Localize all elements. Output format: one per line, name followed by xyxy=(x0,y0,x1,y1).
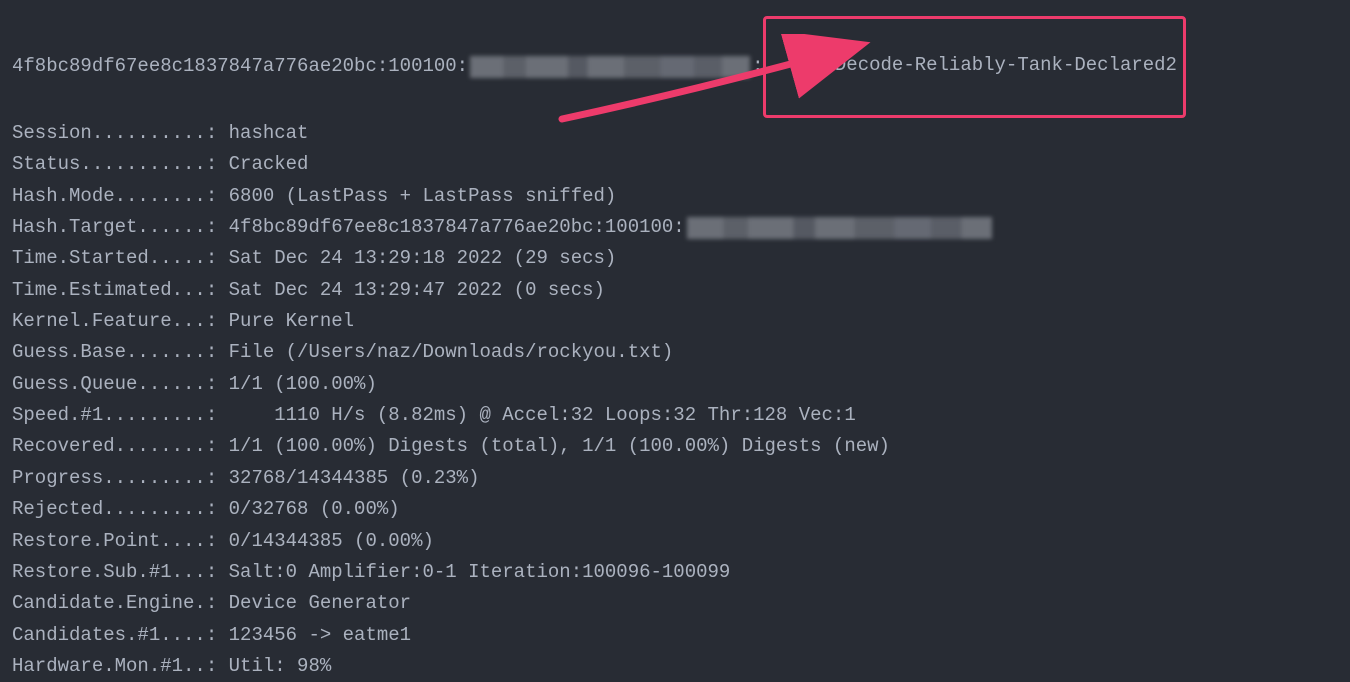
hash-target-line: Hash.Target......: 4f8bc89df67ee8c183784… xyxy=(12,212,1338,243)
redacted-target xyxy=(687,217,992,239)
time-started-line: Time.Started.....: Sat Dec 24 13:29:18 2… xyxy=(12,243,1338,274)
cracked-password: Decode-Reliably-Tank-Declared2 xyxy=(835,54,1177,76)
status-line: Status...........: Cracked xyxy=(12,149,1338,180)
colon-sep: : xyxy=(752,51,763,82)
kernel-feature-line: Kernel.Feature...: Pure Kernel xyxy=(12,306,1338,337)
recovered-line: Recovered........: 1/1 (100.00%) Digests… xyxy=(12,431,1338,462)
candidate-engine-line: Candidate.Engine.: Device Generator xyxy=(12,588,1338,619)
progress-line: Progress.........: 32768/14344385 (0.23%… xyxy=(12,463,1338,494)
time-estimated-line: Time.Estimated...: Sat Dec 24 13:29:47 2… xyxy=(12,275,1338,306)
guess-queue-line: Guess.Queue......: 1/1 (100.00%) xyxy=(12,369,1338,400)
candidates-line: Candidates.#1....: 123456 -> eatme1 xyxy=(12,620,1338,651)
session-line: Session..........: hashcat xyxy=(12,118,1338,149)
hash-prefix: 4f8bc89df67ee8c1837847a776ae20bc:100100: xyxy=(12,51,468,82)
restore-point-line: Restore.Point....: 0/14344385 (0.00%) xyxy=(12,526,1338,557)
rejected-line: Rejected.........: 0/32768 (0.00%) xyxy=(12,494,1338,525)
terminal-output: 4f8bc89df67ee8c1837847a776ae20bc:100100:… xyxy=(12,16,1338,682)
hash-mode-line: Hash.Mode........: 6800 (LastPass + Last… xyxy=(12,181,1338,212)
speed-line: Speed.#1.........: 1110 H/s (8.82ms) @ A… xyxy=(12,400,1338,431)
restore-sub-line: Restore.Sub.#1...: Salt:0 Amplifier:0-1 … xyxy=(12,557,1338,588)
hardware-mon-line: Hardware.Mon.#1..: Util: 98% xyxy=(12,651,1338,682)
guess-base-line: Guess.Base.......: File (/Users/naz/Down… xyxy=(12,337,1338,368)
redacted-email xyxy=(470,56,750,78)
cracked-hash-line: 4f8bc89df67ee8c1837847a776ae20bc:100100:… xyxy=(12,16,1338,118)
cracked-password-highlight: Decode-Reliably-Tank-Declared2 xyxy=(763,16,1185,118)
